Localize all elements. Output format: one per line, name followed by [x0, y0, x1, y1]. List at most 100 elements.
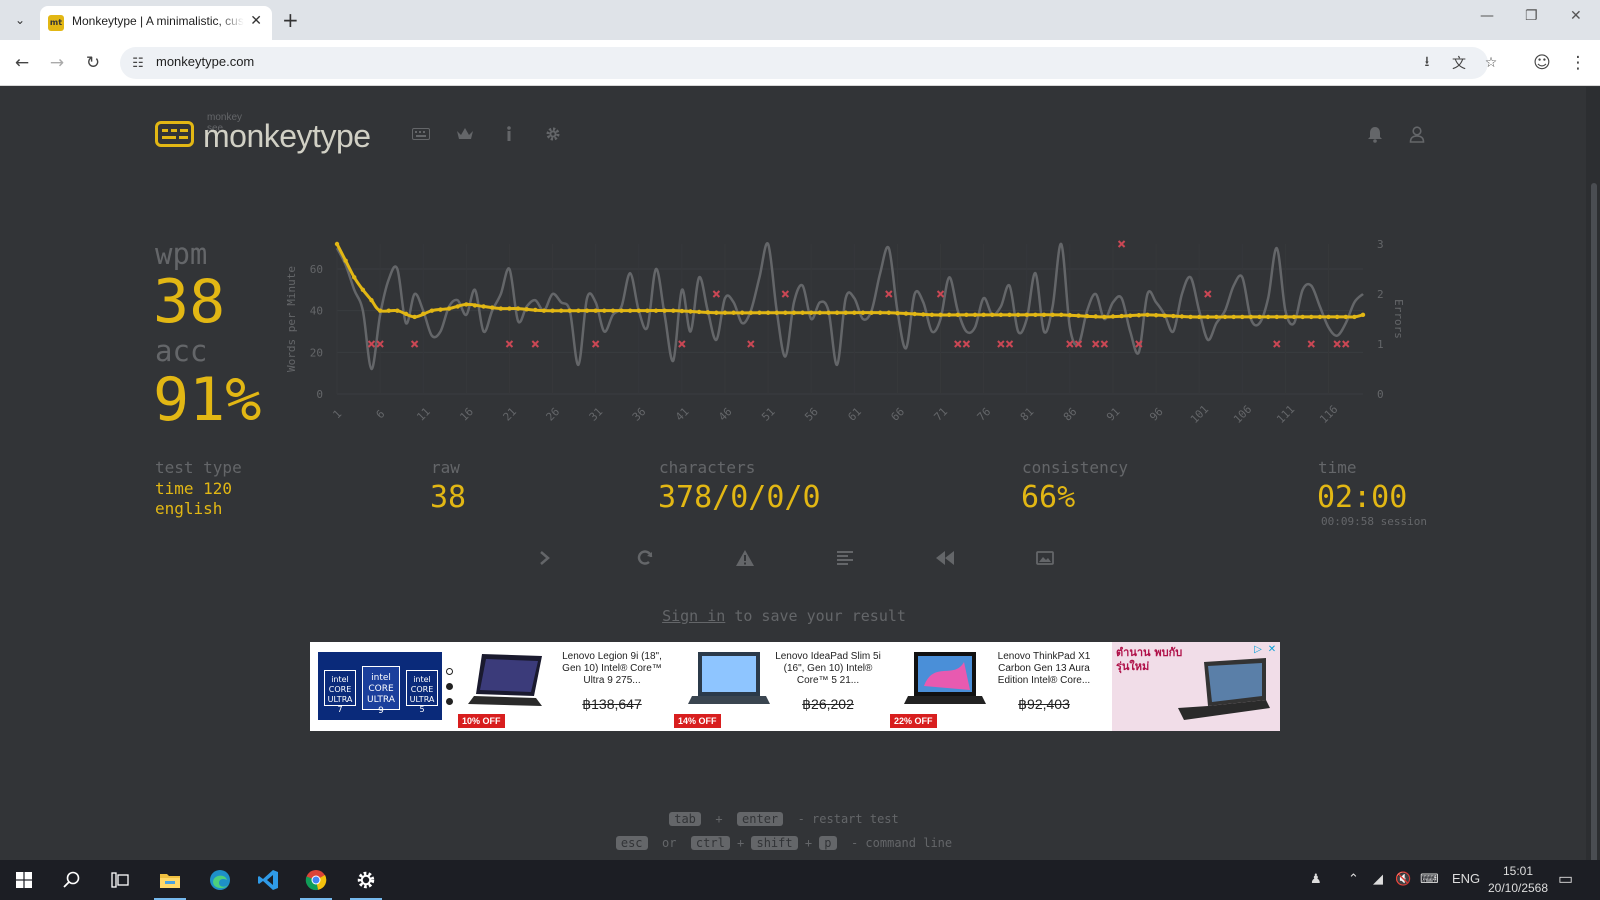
ad-product-thinkpad[interactable]: 22% OFF Lenovo ThinkPad X1 Carbon Gen 13… [890, 642, 1102, 731]
replay-rewind-icon[interactable] [934, 547, 956, 569]
x-tick-label: 56 [802, 405, 821, 424]
bell-icon[interactable] [1364, 123, 1386, 145]
restart-test-text: - restart test [797, 812, 899, 826]
laptop-image-icon [688, 652, 770, 704]
wpm-point [343, 258, 348, 263]
url-text[interactable]: monkeytype.com [156, 54, 254, 69]
wpm-point [1119, 313, 1124, 319]
session-time: 00:09:58 session [1321, 515, 1427, 528]
browser-tab[interactable]: mt Monkeytype | A minimalistic, customiz… [40, 6, 272, 40]
edge-browser-icon[interactable] [196, 860, 244, 900]
signin-rest-text: to save your result [734, 607, 906, 625]
monkeytype-page: monkey see monkeytype wpm 38 acc 91% 0 20… [0, 87, 1600, 860]
consistency-value: 66% [1021, 480, 1076, 515]
wpm-point [722, 310, 728, 315]
wpm-point [1317, 314, 1323, 320]
info-icon[interactable] [498, 123, 520, 145]
error-point [1307, 340, 1315, 348]
carousel-dot-3[interactable] [446, 698, 453, 705]
wpm-point [507, 306, 512, 311]
error-point [1005, 340, 1014, 348]
address-bar[interactable]: ☷ monkeytype.com ⭳ 文 ☆ [120, 47, 1497, 79]
keyboard-icon[interactable] [410, 123, 432, 145]
wpm-point [765, 310, 771, 315]
wpm-point [1171, 313, 1176, 319]
profile-icon[interactable]: ☺ [1530, 51, 1554, 75]
bookmark-star-icon[interactable]: ☆ [1481, 53, 1501, 73]
wpm-point [990, 312, 995, 318]
people-icon[interactable]: ♟ [1310, 871, 1322, 887]
settings-gear-icon[interactable] [342, 860, 390, 900]
wpm-point [1283, 314, 1288, 320]
carousel-dot-1[interactable] [446, 668, 453, 675]
wpm-point [1257, 314, 1262, 320]
accuracy-value: 91% [153, 365, 262, 435]
wpm-point [1153, 313, 1159, 318]
minimize-icon[interactable]: — [1480, 8, 1494, 24]
clock[interactable]: 15:01 20/10/2568 [1486, 863, 1550, 897]
task-view-icon[interactable] [96, 860, 144, 900]
settings-icon[interactable] [542, 123, 564, 145]
wpm-point [377, 308, 383, 313]
wpm-point [541, 308, 547, 313]
tray-chevron-up-icon[interactable]: ⌃ [1348, 871, 1359, 887]
translate-icon[interactable]: 文 [1449, 53, 1469, 73]
y2-tick-label: 1 [1377, 338, 1384, 351]
ad-product-legion[interactable]: 10% OFF Lenovo Legion 9i (18", Gen 10) I… [458, 642, 668, 731]
wpm-point [783, 310, 788, 315]
reload-icon[interactable]: ↻ [81, 51, 105, 75]
user-icon[interactable] [1406, 123, 1428, 145]
ad-close-icon[interactable]: ✕ [1266, 644, 1278, 656]
intel-core-ultra-5-badge: intel CORE ULTRA 5 [406, 670, 438, 714]
characters-label: characters [659, 458, 756, 477]
wpm-point [1110, 314, 1116, 319]
site-info-icon[interactable]: ☷ [128, 53, 148, 73]
wpm-point [1076, 313, 1081, 318]
page-scrollbar[interactable] [1586, 87, 1600, 873]
crown-icon[interactable] [454, 123, 476, 145]
touch-keyboard-icon[interactable]: ⌨ [1420, 871, 1439, 887]
x-tick-label: 101 [1188, 403, 1211, 426]
restart-test-icon[interactable] [634, 547, 656, 569]
wpm-point [1050, 312, 1055, 318]
screenshot-image-icon[interactable] [1034, 547, 1056, 569]
wpm-point [972, 312, 978, 318]
window-close-icon[interactable]: ✕ [1570, 8, 1582, 24]
scrollbar-thumb[interactable] [1591, 183, 1597, 873]
wpm-point [1136, 313, 1142, 318]
words-history-icon[interactable] [834, 547, 856, 569]
wpm-point [602, 308, 607, 313]
search-icon[interactable] [48, 860, 96, 900]
ad-banner[interactable]: intel CORE ULTRA 7 intel CORE ULTRA 9 in… [310, 642, 1280, 731]
thinkpad-promo[interactable]: ตำนาน พบกับรุ่นใหม่ ▷ ✕ [1112, 642, 1280, 731]
language-indicator[interactable]: ENG [1452, 871, 1480, 886]
volume-muted-icon[interactable]: 🔇 [1395, 871, 1411, 887]
wpm-point [834, 310, 840, 315]
tab-close-icon[interactable]: ✕ [250, 13, 262, 29]
ad-product-ideapad[interactable]: 14% OFF Lenovo IdeaPad Slim 5i (16", Gen… [674, 642, 884, 731]
carousel-dot-2[interactable] [446, 683, 453, 690]
next-test-chevron-icon[interactable] [534, 547, 556, 569]
notifications-icon[interactable]: ▭ [1558, 869, 1573, 889]
install-app-icon[interactable]: ⭳ [1417, 53, 1437, 73]
x-tick-label: 16 [457, 405, 476, 424]
back-arrow-icon[interactable]: ← [10, 51, 34, 75]
adchoices-icon[interactable]: ▷ [1252, 644, 1264, 656]
file-explorer-icon[interactable] [146, 860, 194, 900]
new-tab-plus-icon[interactable]: + [282, 8, 299, 32]
accuracy-label: acc [155, 334, 208, 368]
signin-prompt: Sign in to save your result [0, 607, 1568, 625]
wpm-point [826, 310, 831, 315]
chrome-icon[interactable] [292, 860, 340, 900]
forward-arrow-icon[interactable]: → [45, 51, 69, 75]
browser-menu-icon[interactable]: ⋮ [1566, 51, 1590, 75]
vscode-icon[interactable] [244, 860, 292, 900]
network-wifi-icon[interactable]: ◢ [1373, 871, 1383, 887]
wpm-point [481, 304, 486, 309]
sign-in-link[interactable]: Sign in [662, 607, 725, 625]
tab-search-chevron-icon[interactable]: ⌄ [8, 9, 32, 31]
restore-icon[interactable]: ❐ [1525, 8, 1538, 24]
wpm-point [446, 306, 452, 311]
report-warning-icon[interactable] [734, 547, 756, 569]
windows-start-icon[interactable] [0, 860, 48, 900]
